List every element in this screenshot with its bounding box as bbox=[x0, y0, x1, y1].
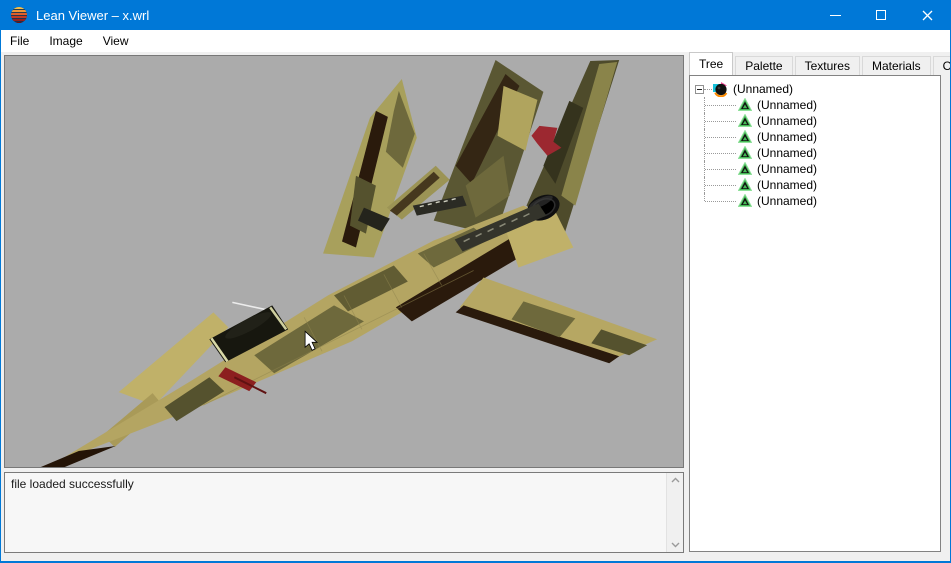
menu-file[interactable]: File bbox=[1, 30, 39, 52]
tree-node-row[interactable]: (Unnamed) bbox=[695, 113, 940, 129]
mesh-node-icon bbox=[738, 98, 752, 112]
tree-node-row[interactable]: (Unnamed) bbox=[695, 193, 940, 209]
close-icon bbox=[922, 10, 933, 21]
mesh-node-icon bbox=[738, 194, 752, 208]
tree-node-row[interactable]: (Unnamed) bbox=[695, 161, 940, 177]
tree-node-label[interactable]: (Unnamed) bbox=[757, 130, 817, 144]
minimize-button[interactable] bbox=[812, 0, 858, 30]
app-window: Lean Viewer – x.wrl File Image View bbox=[0, 0, 951, 563]
tab-tree[interactable]: Tree bbox=[689, 52, 733, 75]
tree-node-label[interactable]: (Unnamed) bbox=[757, 162, 817, 176]
close-button[interactable] bbox=[904, 0, 950, 30]
log-vertical-scrollbar[interactable] bbox=[666, 473, 683, 552]
window-title: Lean Viewer – x.wrl bbox=[36, 8, 812, 23]
tree-node-label[interactable]: (Unnamed) bbox=[757, 114, 817, 128]
tree-node-row[interactable]: (Unnamed) bbox=[695, 145, 940, 161]
right-panel-tabs: Tree Palette Textures Materials Options bbox=[689, 53, 951, 75]
mesh-node-icon bbox=[738, 146, 752, 160]
minimize-icon bbox=[830, 15, 841, 16]
tree-node-label[interactable]: (Unnamed) bbox=[757, 146, 817, 160]
menu-bar: File Image View bbox=[1, 30, 950, 52]
viewport-3d[interactable] bbox=[4, 55, 684, 468]
tree-node-label[interactable]: (Unnamed) bbox=[757, 98, 817, 112]
menu-image[interactable]: Image bbox=[39, 30, 92, 52]
jet-model bbox=[5, 56, 683, 467]
tree-children: (Unnamed) (Unnamed) (U bbox=[695, 97, 940, 209]
tab-textures[interactable]: Textures bbox=[795, 56, 860, 75]
mesh-node-icon bbox=[738, 114, 752, 128]
collapse-expander-icon[interactable] bbox=[695, 85, 704, 94]
tree-node-row[interactable]: (Unnamed) bbox=[695, 97, 940, 113]
maximize-icon bbox=[876, 10, 886, 20]
tree-node-label[interactable]: (Unnamed) bbox=[757, 178, 817, 192]
maximize-button[interactable] bbox=[858, 0, 904, 30]
workspace: file loaded successfully Tree Palette Te… bbox=[1, 52, 950, 561]
tree-panel: (Unnamed) (Unnamed) bbox=[689, 75, 941, 552]
title-bar[interactable]: Lean Viewer – x.wrl bbox=[1, 0, 950, 30]
mesh-node-icon bbox=[738, 130, 752, 144]
menu-view[interactable]: View bbox=[93, 30, 139, 52]
log-message: file loaded successfully bbox=[5, 473, 683, 495]
scroll-up-arrow-icon[interactable] bbox=[671, 477, 680, 483]
tree-root-row[interactable]: (Unnamed) bbox=[695, 81, 940, 97]
tree-node-row[interactable]: (Unnamed) bbox=[695, 129, 940, 145]
tab-palette[interactable]: Palette bbox=[735, 56, 792, 75]
mesh-node-icon bbox=[738, 162, 752, 176]
scroll-down-arrow-icon[interactable] bbox=[671, 542, 680, 548]
log-area[interactable]: file loaded successfully bbox=[4, 472, 684, 553]
scene-root-icon bbox=[712, 81, 728, 97]
tree-node-row[interactable]: (Unnamed) bbox=[695, 177, 940, 193]
tree-node-label[interactable]: (Unnamed) bbox=[757, 194, 817, 208]
tab-materials[interactable]: Materials bbox=[862, 56, 931, 75]
app-logo-icon bbox=[10, 6, 28, 24]
tab-options[interactable]: Options bbox=[933, 56, 951, 75]
tree-connector bbox=[704, 89, 712, 90]
tree-root-label[interactable]: (Unnamed) bbox=[733, 82, 793, 96]
mesh-node-icon bbox=[738, 178, 752, 192]
